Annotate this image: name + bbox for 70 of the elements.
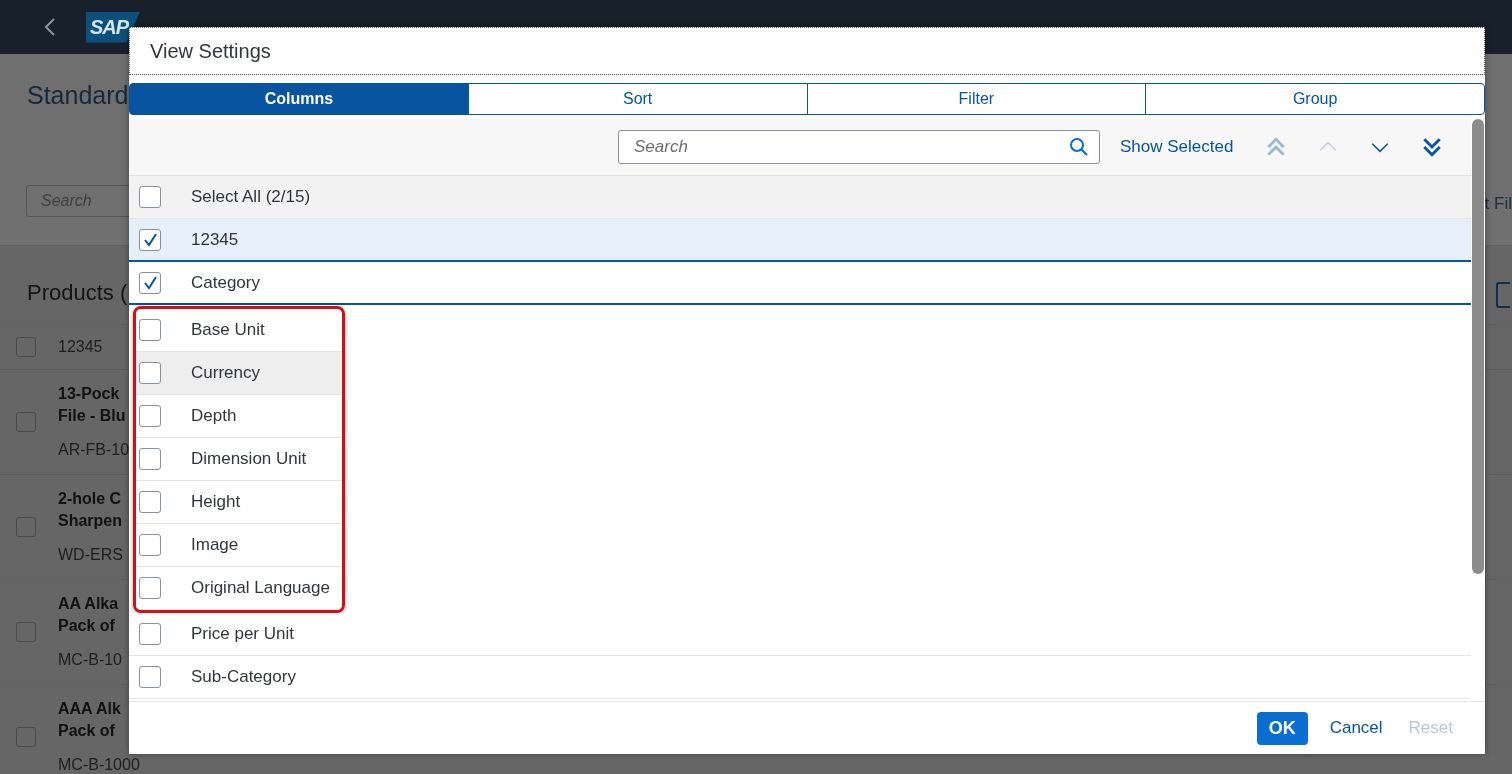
column-label: Category — [191, 272, 260, 293]
product-name: Pack of — [58, 722, 116, 740]
product-id: 12345 — [58, 338, 103, 356]
checkbox[interactable] — [139, 405, 161, 427]
tab[interactable]: Filter — [806, 83, 1147, 115]
checkbox[interactable] — [139, 491, 161, 513]
list-row[interactable]: Select All (2/15) — [129, 176, 1471, 219]
row-checkbox[interactable] — [16, 337, 36, 357]
column-label: Image — [191, 535, 239, 555]
product-id: MC-B-1000 — [58, 756, 140, 774]
column-label: Base Unit — [191, 320, 265, 340]
checkbox[interactable] — [139, 534, 161, 556]
column-label: Dimension Unit — [191, 449, 307, 469]
list-row[interactable]: 12345 — [129, 219, 1471, 262]
scrollbar-thumb[interactable] — [1472, 119, 1484, 574]
list-row[interactable]: Currency — [136, 352, 342, 395]
toolbar-text: t Fil — [1484, 194, 1512, 214]
product-name: AA Alka — [58, 595, 120, 613]
product-id: MC-B-10 — [58, 651, 122, 669]
column-label: Original Language — [191, 578, 330, 598]
select-all-label: Select All (2/15) — [191, 187, 311, 207]
checkbox[interactable] — [139, 362, 161, 384]
search-field[interactable]: Search — [618, 130, 1100, 164]
footer-button[interactable]: Cancel — [1325, 712, 1387, 744]
column-label: Price per Unit — [191, 624, 294, 644]
checkbox[interactable] — [139, 448, 161, 470]
column-label: Currency — [191, 363, 260, 383]
page-title: Standard — [27, 81, 129, 110]
checkbox[interactable] — [139, 186, 161, 208]
logo: SAP — [86, 11, 141, 43]
product-name: File - Blu — [58, 407, 127, 425]
product-id: AR-FB-10 — [58, 441, 130, 459]
list-row[interactable]: Original Language — [136, 567, 342, 610]
product-name: AAA Alk — [58, 700, 122, 718]
list-row[interactable]: Sub-Category — [129, 656, 1471, 699]
product-name: Pack of — [58, 617, 116, 635]
product-name: Sharpen — [58, 512, 123, 530]
back-icon[interactable] — [44, 17, 56, 37]
checkbox[interactable] — [139, 623, 161, 645]
list-row[interactable]: Height — [136, 481, 342, 524]
dialog-title: View Settings — [150, 39, 271, 63]
row-checkbox[interactable] — [16, 412, 36, 432]
search-icon[interactable] — [1069, 137, 1089, 157]
checkbox[interactable] — [139, 228, 161, 251]
product-name: 2-hole C — [58, 490, 123, 508]
checkbox[interactable] — [139, 577, 161, 599]
column-label: Height — [191, 492, 241, 512]
list-row[interactable]: Base Unit — [136, 309, 342, 352]
tab[interactable]: Columns — [129, 83, 469, 115]
column-label: Depth — [191, 406, 237, 426]
tab[interactable]: Sort — [467, 83, 808, 115]
checkbox[interactable] — [139, 271, 161, 294]
row-checkbox[interactable] — [16, 622, 36, 642]
list-title: Products ( — [27, 280, 128, 307]
row-checkbox[interactable] — [16, 517, 36, 537]
row-checkbox[interactable] — [16, 727, 36, 747]
list-row[interactable]: Price per Unit — [129, 613, 1471, 656]
column-label: Sub-Category — [191, 667, 296, 687]
product-id: WD-ERS — [58, 546, 123, 564]
list-row[interactable]: Category — [129, 262, 1471, 305]
list-row[interactable]: Dimension Unit — [136, 438, 342, 481]
ok-button[interactable]: OK — [1256, 711, 1308, 745]
product-name: 13-Pock — [58, 385, 121, 403]
list-row[interactable]: Image — [136, 524, 342, 567]
show-selected-button[interactable]: Show Selected — [1120, 133, 1234, 161]
checkbox[interactable] — [139, 666, 161, 688]
tab[interactable]: Group — [1145, 83, 1485, 115]
list-row[interactable]: Depth — [136, 395, 342, 438]
checkbox[interactable] — [139, 319, 161, 341]
column-label: 12345 — [191, 229, 239, 250]
